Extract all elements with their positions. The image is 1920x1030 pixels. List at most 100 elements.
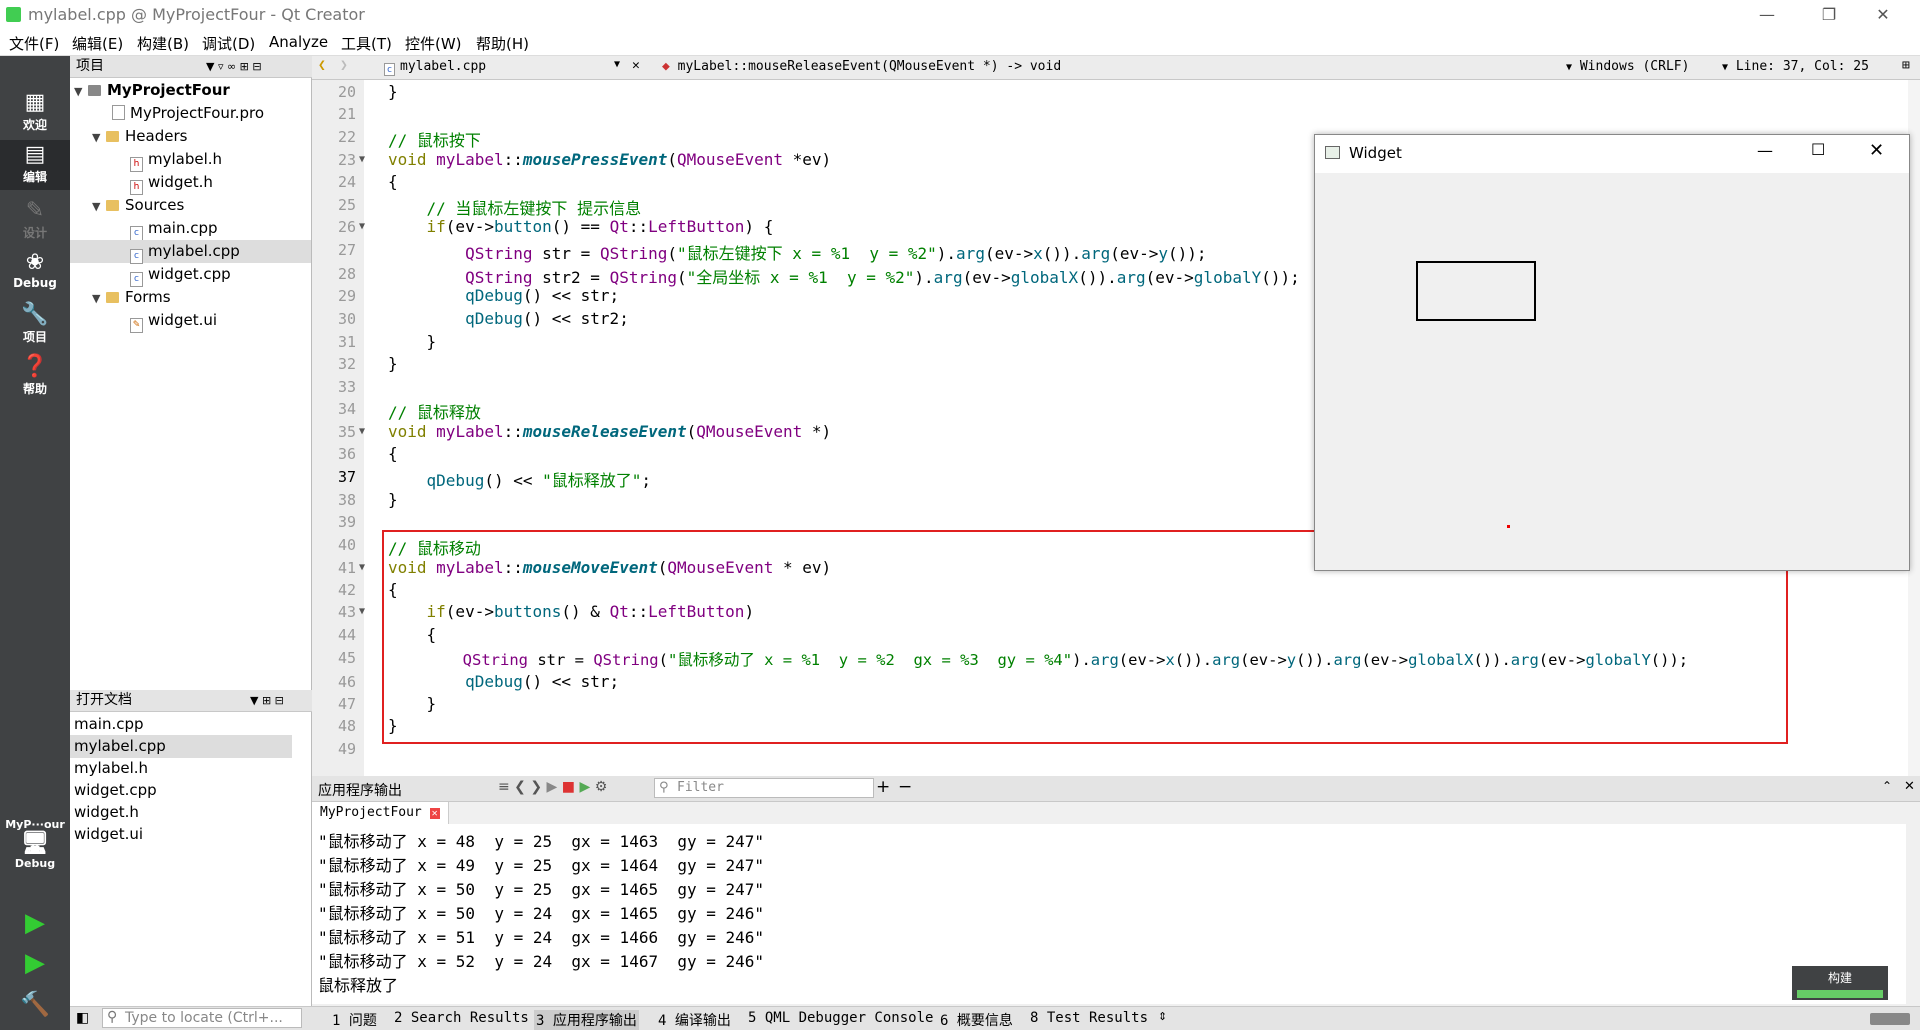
widget-window[interactable]: Widget — ☐ ✕ xyxy=(1314,134,1910,571)
locator-input[interactable]: ⚲ Type to locate (Ctrl+... xyxy=(102,1008,302,1028)
pane-tab-general-messages[interactable]: 6 概要信息 xyxy=(940,1010,1013,1030)
tree-item-widget-ui[interactable]: ✎ widget.ui xyxy=(130,309,217,333)
header-file-icon: h xyxy=(130,180,143,195)
mode-edit[interactable]: ▤ 编辑 xyxy=(0,140,70,190)
chevron-down-icon: ▼ xyxy=(92,292,101,305)
menu-help[interactable]: 帮助(H) xyxy=(476,33,529,54)
mylabel-rect[interactable] xyxy=(1416,261,1536,321)
cursor-position[interactable]: ▼ Line: 37, Col: 25 xyxy=(1722,59,1869,74)
open-doc-item[interactable]: widget.h xyxy=(74,801,139,824)
menu-tools[interactable]: 工具(T) xyxy=(341,33,392,54)
menu-analyze[interactable]: Analyze xyxy=(269,33,328,51)
open-docs-controls-icon[interactable]: ▼ ⊞ ⊟ xyxy=(250,690,284,711)
tree-item-main-cpp[interactable]: c main.cpp xyxy=(130,217,218,241)
fold-marker-icon[interactable]: ▼ xyxy=(359,154,365,165)
progress-toggle[interactable] xyxy=(1870,1013,1910,1025)
open-doc-item[interactable]: mylabel.cpp xyxy=(70,735,292,758)
minimize-button[interactable]: — xyxy=(1744,2,1790,28)
line-number: 20 xyxy=(337,83,356,101)
symbol-selector[interactable]: ◆ myLabel::mouseReleaseEvent(QMouseEvent… xyxy=(662,59,1061,74)
widget-minimize-button[interactable]: — xyxy=(1757,141,1773,160)
close-file-icon[interactable]: ✕ xyxy=(632,58,640,73)
output-tab-project[interactable]: MyProjectFour ✕ xyxy=(312,802,449,824)
debug-run-button[interactable]: ▶ xyxy=(0,948,70,978)
output-scrollbar[interactable] xyxy=(1906,824,1920,1004)
tree-item-widget-h[interactable]: h widget.h xyxy=(130,171,213,195)
pane-tab-issues[interactable]: 1 问题 xyxy=(332,1010,377,1030)
pane-tab-compile-output[interactable]: 4 编译输出 xyxy=(658,1010,731,1030)
code-line: void myLabel::mouseMoveEvent(QMouseEvent… xyxy=(388,558,832,577)
menu-controls[interactable]: 控件(W) xyxy=(405,33,462,54)
toggle-sidebar-icon[interactable]: ◧ xyxy=(76,1010,89,1026)
line-number: 42 xyxy=(337,581,356,599)
filter-input[interactable]: ⚲ Filter xyxy=(654,778,874,798)
pane-tab-qml-console[interactable]: 5 QML Debugger Console xyxy=(748,1010,933,1026)
tree-folder-headers[interactable]: ▼ Headers xyxy=(92,125,187,148)
code-line: // 当鼠标左键按下 提示信息 xyxy=(388,199,642,218)
pane-tab-app-output[interactable]: 3 应用程序输出 xyxy=(534,1010,639,1030)
widget-maximize-button[interactable]: ☐ xyxy=(1811,140,1825,159)
build-progress-label: 构建 xyxy=(1827,971,1852,985)
fold-marker-icon[interactable]: ▼ xyxy=(359,221,365,232)
more-tabs-icon[interactable]: ⇕ xyxy=(1158,1010,1167,1023)
tree-item-widget-cpp[interactable]: c widget.cpp xyxy=(130,263,231,287)
pane-tab-test-results[interactable]: 8 Test Results xyxy=(1030,1010,1148,1026)
application-output[interactable]: "鼠标移动了 x = 48 y = 25 gx = 1463 gy = 247"… xyxy=(312,824,1908,1004)
mode-help[interactable]: ❓ 帮助 xyxy=(0,354,70,404)
code-line: qDebug() << str; xyxy=(465,286,620,305)
minus-icon[interactable]: − xyxy=(898,777,912,797)
project-root[interactable]: ▼ MyProjectFour xyxy=(74,79,230,102)
menu-debug[interactable]: 调试(D) xyxy=(202,33,255,54)
add-icon[interactable]: + xyxy=(876,777,890,797)
kit-selector[interactable]: MyP···our 🖥 Debug xyxy=(0,818,70,870)
open-doc-item[interactable]: widget.cpp xyxy=(74,779,157,802)
tree-folder-sources[interactable]: ▼ Sources xyxy=(92,194,184,217)
line-number: 37 xyxy=(337,468,356,486)
split-icon[interactable]: ⊞ xyxy=(1902,58,1910,73)
widget-titlebar[interactable]: Widget — ☐ ✕ xyxy=(1315,135,1909,173)
run-button[interactable]: ▶ xyxy=(0,908,70,938)
tree-item-mylabel-h[interactable]: h mylabel.h xyxy=(130,148,222,172)
line-number: 49 xyxy=(337,740,356,758)
mode-welcome[interactable]: ▦ 欢迎 xyxy=(0,90,70,140)
forward-arrow-icon[interactable]: ❯ xyxy=(340,58,348,73)
file-dropdown-icon[interactable]: ▼ xyxy=(614,59,620,70)
kit-config-label: Debug xyxy=(14,857,56,870)
widget-close-button[interactable]: ✕ xyxy=(1869,140,1884,161)
open-doc-item[interactable]: widget.ui xyxy=(74,823,143,846)
tree-folder-forms[interactable]: ▼ Forms xyxy=(92,286,171,309)
filter-placeholder: Filter xyxy=(677,780,724,795)
fold-marker-icon[interactable]: ▼ xyxy=(359,426,365,437)
close-button[interactable]: ✕ xyxy=(1860,2,1906,28)
maximize-panel-icon[interactable]: ⌃ xyxy=(1882,779,1892,793)
pane-tab-search-results[interactable]: 2 Search Results xyxy=(394,1010,529,1026)
build-progress[interactable]: 构建 xyxy=(1792,966,1888,1000)
widget-body[interactable] xyxy=(1315,173,1909,570)
tree-item-pro[interactable]: MyProjectFour.pro xyxy=(112,102,264,125)
status-bar: ◧ ⚲ Type to locate (Ctrl+... 1 问题 2 Searc… xyxy=(70,1006,1920,1030)
search-icon: ⚲ xyxy=(659,780,669,795)
tree-item-mylabel-cpp[interactable]: c mylabel.cpp xyxy=(70,240,311,264)
build-button[interactable]: 🔨 xyxy=(0,990,70,1018)
line-number: 46 xyxy=(337,673,356,691)
close-tab-icon[interactable]: ✕ xyxy=(429,808,440,819)
fold-marker-icon[interactable]: ▼ xyxy=(359,606,365,617)
mode-projects[interactable]: 🔧 项目 xyxy=(0,302,70,352)
filter-dropdown-icon[interactable]: ▼ ▿ ∞ ⊞ ⊟ xyxy=(206,56,262,77)
open-doc-item[interactable]: main.cpp xyxy=(74,713,144,736)
encoding-selector[interactable]: ▼ Windows (CRLF) xyxy=(1566,59,1689,74)
output-controls-icon[interactable]: ≡ ❮ ❯ ▶ ■ ▶ ⚙ xyxy=(498,779,607,795)
close-panel-icon[interactable]: ✕ xyxy=(1904,779,1915,794)
menu-build[interactable]: 构建(B) xyxy=(137,33,189,54)
restore-button[interactable]: ❐ xyxy=(1806,2,1852,28)
open-doc-item[interactable]: mylabel.h xyxy=(74,757,148,780)
mode-design[interactable]: ✎ 设计 xyxy=(0,198,70,248)
fold-marker-icon[interactable]: ▼ xyxy=(359,562,365,573)
back-arrow-icon[interactable]: ❮ xyxy=(318,58,326,73)
mode-debug[interactable]: ❀ Debug xyxy=(0,250,70,300)
file-selector[interactable]: c mylabel.cpp xyxy=(384,59,486,76)
code-line: qDebug() << str2; xyxy=(465,309,629,328)
output-line: 鼠标释放了 xyxy=(318,976,399,995)
menu-file[interactable]: 文件(F) xyxy=(9,33,59,54)
menu-edit[interactable]: 编辑(E) xyxy=(72,33,123,54)
